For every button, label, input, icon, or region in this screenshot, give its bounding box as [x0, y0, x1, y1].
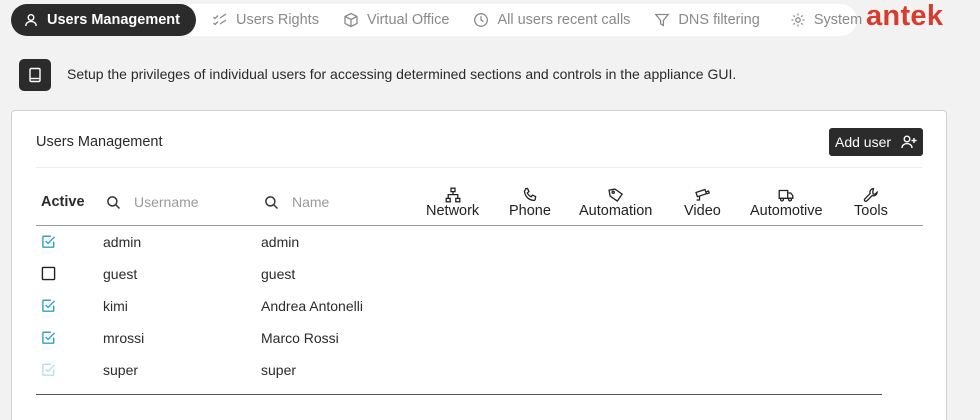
column-phone[interactable]: Phone [509, 187, 551, 219]
table-row: kimi Andrea Antonelli [36, 290, 923, 322]
active-checkbox-checked[interactable] [41, 234, 56, 249]
column-automation[interactable]: Automation [579, 187, 652, 219]
search-icon [107, 195, 121, 209]
tab-label: Users Management [47, 12, 180, 28]
phone-icon [523, 187, 537, 202]
username-cell: guest [103, 266, 138, 282]
card-divider [36, 167, 922, 168]
tab-label: Users Rights [235, 12, 319, 28]
table-row: guest guest [36, 258, 923, 290]
active-checkbox-disabled [42, 363, 56, 376]
column-network[interactable]: Network [426, 187, 479, 219]
truck-icon [778, 189, 794, 202]
filter-icon [654, 13, 670, 27]
active-column-header: Active [41, 194, 85, 210]
name-search-input[interactable]: Name [264, 194, 329, 210]
tab-label: DNS filtering [678, 12, 760, 28]
column-label: Video [684, 203, 721, 219]
antek-logo: antek [866, 0, 944, 32]
tab-label: System [813, 12, 863, 28]
tab-label: All users recent calls [497, 12, 631, 28]
column-label: Automation [579, 203, 653, 219]
add-user-button[interactable]: Add user [829, 128, 923, 156]
user-icon [25, 14, 37, 27]
column-label: Network [426, 203, 480, 219]
tag-icon [607, 188, 623, 202]
wrench-icon [863, 187, 878, 202]
tab-label: Virtual Office [366, 12, 450, 28]
search-icon [265, 195, 279, 209]
tab-dns-filtering[interactable]: DNS filtering [644, 4, 760, 36]
username-cell: super [103, 362, 139, 378]
add-user-label: Add user [835, 134, 892, 150]
column-tools[interactable]: Tools [854, 187, 888, 219]
name-cell: Marco Rossi [261, 330, 339, 346]
username-cell: admin [103, 234, 142, 250]
username-cell: kimi [103, 298, 128, 314]
card-title: Users Management [36, 134, 163, 150]
tab-virtual-office[interactable]: Virtual Office [333, 4, 449, 36]
table-row: mrossi Marco Rossi [36, 322, 923, 354]
username-cell: mrossi [103, 330, 145, 346]
active-checkbox-checked[interactable] [41, 330, 56, 345]
network-icon [445, 187, 461, 203]
username-placeholder: Username [134, 194, 199, 210]
active-checkbox-checked[interactable] [41, 298, 56, 313]
clock-icon [474, 13, 489, 27]
column-label: Phone [509, 203, 551, 219]
name-cell: Andrea Antonelli [261, 298, 363, 314]
username-search-input[interactable]: Username [106, 194, 199, 210]
name-cell: admin [261, 234, 300, 250]
table-row: admin admin [36, 226, 923, 258]
checklist-icon [213, 13, 227, 26]
column-label: Automotive [750, 203, 823, 219]
tab-system[interactable]: System [780, 4, 862, 36]
active-checkbox-unchecked[interactable] [41, 266, 56, 281]
column-video[interactable]: Video [684, 187, 721, 219]
users-management-card: Users Management Add user Active Usernam… [11, 110, 947, 420]
add-user-icon [901, 135, 917, 149]
tab-users-management[interactable]: Users Management [11, 4, 196, 36]
camera-icon [695, 188, 711, 201]
name-cell: guest [261, 266, 296, 282]
table-row: super super [36, 354, 923, 386]
page-description: Setup the privileges of individual users… [67, 66, 737, 82]
table-bottom-divider [36, 394, 882, 395]
column-automotive[interactable]: Automotive [750, 187, 823, 219]
info-card-icon [19, 59, 51, 91]
tab-users-rights[interactable]: Users Rights [202, 4, 319, 36]
top-tab-bar: Users Management Users Rights Virtual Of… [11, 4, 862, 36]
cube-icon [344, 12, 358, 28]
name-cell: super [261, 362, 297, 378]
tablet-icon [29, 67, 41, 83]
column-label: Tools [854, 203, 888, 219]
name-placeholder: Name [292, 194, 330, 210]
gear-icon [791, 13, 805, 27]
tab-all-users-recent-calls[interactable]: All users recent calls [463, 4, 630, 36]
